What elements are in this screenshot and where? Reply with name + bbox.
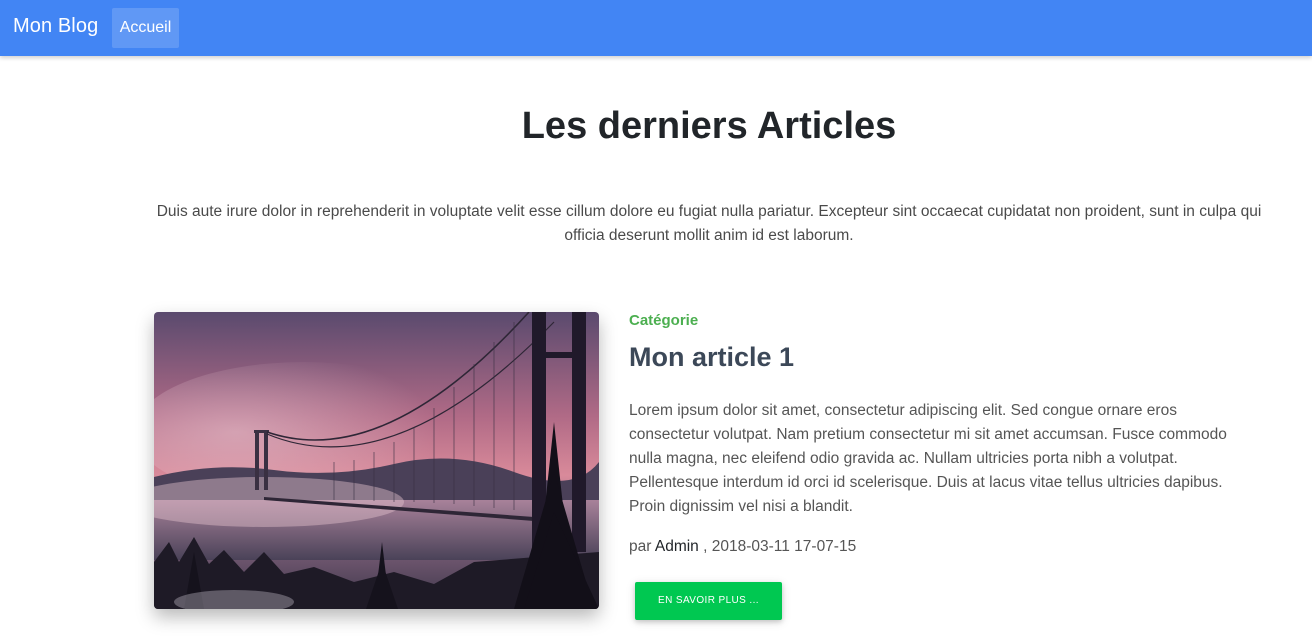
page-title: Les derniers Articles: [521, 105, 897, 147]
article-image[interactable]: [154, 312, 599, 609]
article-excerpt: Lorem ipsum dolor sit amet, consectetur …: [629, 402, 1227, 515]
article-meta: par Admin , 2018-03-11 17-07-15: [629, 538, 856, 556]
intro-text: Duis aute irure dolor in reprehenderit i…: [156, 203, 1262, 244]
brand-logo[interactable]: Mon Blog: [13, 15, 98, 38]
article-author[interactable]: Admin: [655, 538, 699, 555]
bridge-photo-icon: [154, 312, 599, 609]
top-navbar: Mon Blog Accueil: [0, 0, 1312, 56]
article-category[interactable]: Catégorie: [629, 312, 698, 329]
read-more-button[interactable]: EN SAVOIR PLUS ...: [635, 582, 782, 620]
nav-link-accueil[interactable]: Accueil: [112, 8, 179, 48]
meta-prefix: par: [629, 538, 652, 555]
article-date: , 2018-03-11 17-07-15: [703, 538, 857, 555]
article-title[interactable]: Mon article 1: [629, 342, 794, 373]
